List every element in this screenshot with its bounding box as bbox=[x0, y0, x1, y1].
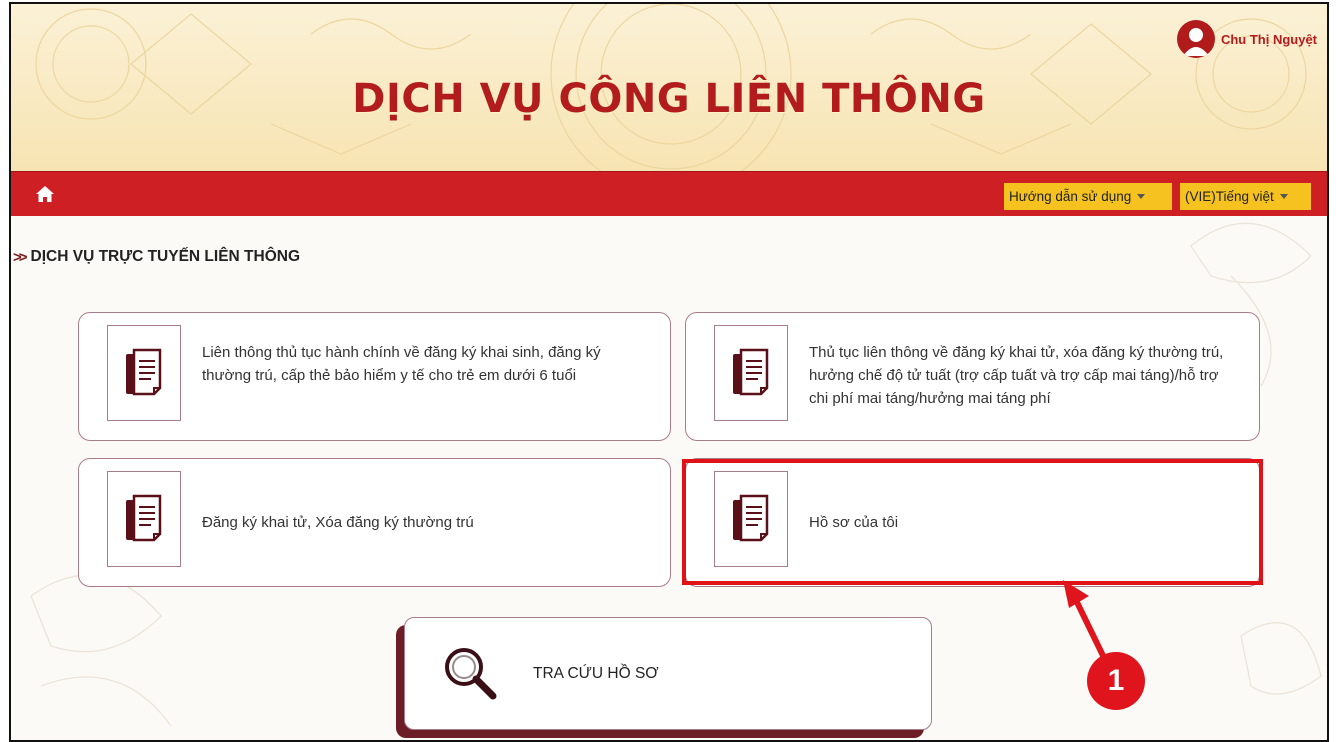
double-chevron-icon: >> bbox=[13, 248, 27, 266]
search-records-label: TRA CỨU HỒ SƠ bbox=[533, 665, 659, 682]
service-card-death-removal[interactable]: Đăng ký khai tử, Xóa đăng ký thường trú bbox=[78, 458, 671, 587]
document-icon-frame bbox=[107, 325, 181, 421]
service-card-label: Thủ tục liên thông về đăng ký khai tử, x… bbox=[809, 344, 1224, 407]
search-records-button[interactable]: TRA CỨU HỒ SƠ bbox=[404, 617, 932, 730]
user-icon bbox=[1182, 28, 1209, 56]
document-icon bbox=[126, 494, 162, 542]
document-icon-frame bbox=[714, 471, 788, 567]
section-title-text: DỊCH VỤ TRỰC TUYẾN LIÊN THÔNG bbox=[30, 248, 301, 265]
service-card-my-records[interactable]: Hồ sơ của tôi bbox=[685, 458, 1260, 587]
main-content: >> DỊCH VỤ TRỰC TUYẾN LIÊN THÔNG Liên th… bbox=[11, 216, 1327, 740]
service-card-death-registration[interactable]: Thủ tục liên thông về đăng ký khai tử, x… bbox=[685, 312, 1260, 441]
language-dropdown[interactable]: (VIE)Tiếng việt bbox=[1180, 183, 1311, 210]
app-frame: DỊCH VỤ CÔNG LIÊN THÔNG Chu Thị Nguyệt H… bbox=[9, 2, 1329, 742]
service-card-birth-registration[interactable]: Liên thông thủ tục hành chính về đăng ký… bbox=[78, 312, 671, 441]
avatar[interactable] bbox=[1176, 20, 1215, 58]
home-icon[interactable] bbox=[35, 185, 55, 203]
site-title: DỊCH VỤ CÔNG LIÊN THÔNG bbox=[352, 76, 986, 122]
user-menu[interactable]: Chu Thị Nguyệt bbox=[1176, 20, 1317, 58]
document-icon bbox=[126, 348, 162, 396]
step-number-badge: 1 bbox=[1087, 652, 1145, 710]
service-card-label: Liên thông thủ tục hành chính về đăng ký… bbox=[202, 344, 601, 384]
document-icon-frame bbox=[107, 471, 181, 567]
user-guide-dropdown[interactable]: Hướng dẫn sử dụng bbox=[1004, 183, 1172, 210]
chevron-down-icon bbox=[1279, 194, 1288, 199]
document-icon-frame bbox=[714, 325, 788, 421]
magnifier-icon bbox=[445, 648, 497, 700]
user-name[interactable]: Chu Thị Nguyệt bbox=[1221, 32, 1317, 47]
user-guide-label: Hướng dẫn sử dụng bbox=[1009, 189, 1132, 204]
section-title: >> DỊCH VỤ TRỰC TUYẾN LIÊN THÔNG bbox=[13, 248, 300, 266]
chevron-down-icon bbox=[1137, 194, 1146, 199]
document-icon bbox=[733, 494, 769, 542]
header-banner: DỊCH VỤ CÔNG LIÊN THÔNG Chu Thị Nguyệt bbox=[11, 4, 1327, 171]
main-navbar: Hướng dẫn sử dụng (VIE)Tiếng việt bbox=[11, 171, 1327, 217]
service-card-label: Đăng ký khai tử, Xóa đăng ký thường trú bbox=[202, 514, 474, 531]
service-card-label: Hồ sơ của tôi bbox=[809, 514, 899, 531]
document-icon bbox=[733, 348, 769, 396]
language-label: (VIE)Tiếng việt bbox=[1185, 189, 1274, 204]
